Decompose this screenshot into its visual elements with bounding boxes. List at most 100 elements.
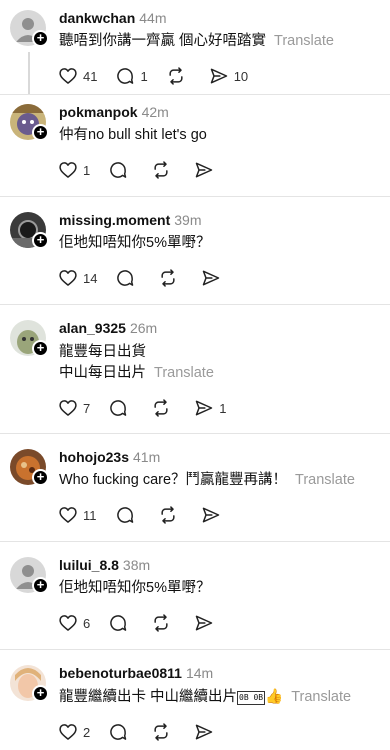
username[interactable]: pokmanpok: [59, 104, 138, 120]
like-button[interactable]: 14: [58, 268, 97, 288]
timestamp: 38m: [122, 557, 151, 573]
username[interactable]: alan_9325: [59, 320, 126, 336]
action-bar: 7 1: [58, 398, 244, 418]
follow-plus-icon[interactable]: +: [32, 469, 49, 486]
follow-plus-icon[interactable]: +: [32, 685, 49, 702]
post-text: Who fucking care？鬥贏龍豐再講！ Translate: [59, 472, 355, 488]
action-bar: 41 1 10: [58, 66, 266, 86]
share-button[interactable]: [201, 268, 226, 288]
reply-count: 1: [140, 68, 148, 84]
username[interactable]: bebenoturbae0811: [59, 665, 182, 681]
follow-plus-icon[interactable]: +: [32, 30, 49, 47]
translate-link[interactable]: Translate: [274, 33, 334, 49]
like-button[interactable]: 6: [58, 613, 90, 633]
translate-link[interactable]: Translate: [154, 365, 214, 381]
thread-line: [28, 52, 30, 94]
share-button[interactable]: [201, 505, 226, 525]
post-text: 佢地知唔知你5%單嘢？: [59, 580, 211, 596]
reply-button[interactable]: [115, 268, 140, 288]
timestamp: 44m: [139, 10, 167, 26]
like-count: 7: [83, 400, 91, 416]
follow-plus-icon[interactable]: +: [32, 232, 49, 249]
send-icon: [203, 270, 220, 286]
post-header: hohojo23s 41m: [59, 449, 160, 465]
comment-icon: [110, 615, 127, 631]
comment-icon: [110, 162, 127, 178]
send-icon: [202, 507, 219, 523]
post-text: 佢地知唔知你5%單嘢？: [59, 235, 211, 251]
divider: [0, 196, 390, 197]
like-button[interactable]: 11: [58, 505, 97, 525]
divider: [0, 94, 390, 95]
post-text-line-1: 龍豐每日出貨: [59, 344, 146, 360]
username[interactable]: hohojo23s: [59, 449, 129, 465]
post-header: pokmanpok 42m: [59, 104, 169, 120]
reply-button[interactable]: 1: [115, 66, 148, 86]
repost-button[interactable]: [158, 505, 183, 525]
heart-icon: [59, 68, 77, 84]
send-icon: [210, 68, 227, 84]
post-text: 龍豐繼續出卡 中山繼續出片 0B 0B 👍 Translate: [59, 689, 352, 705]
repost-button[interactable]: [151, 160, 176, 180]
post-header: bebenoturbae0811 14m: [59, 665, 213, 681]
comment-icon: [110, 400, 127, 416]
translate-link[interactable]: Translate: [295, 472, 355, 488]
like-button[interactable]: 7: [58, 398, 90, 418]
post-text-line-2: 中山每日出片 Translate: [59, 365, 214, 381]
repost-icon: [161, 269, 176, 287]
comment-icon: [117, 270, 134, 286]
username[interactable]: luilui_8.8: [59, 557, 119, 573]
repost-icon: [154, 723, 168, 741]
like-count: 11: [83, 507, 97, 523]
share-button[interactable]: 1: [194, 398, 226, 418]
comment-icon: [116, 507, 133, 523]
send-icon: [195, 724, 213, 740]
repost-button[interactable]: [166, 66, 191, 86]
like-button[interactable]: 41: [58, 66, 97, 86]
post-text: 仲有no bull shit let's go: [59, 127, 207, 143]
timestamp: 39m: [174, 212, 202, 228]
heart-icon: [59, 400, 77, 416]
reply-button[interactable]: [115, 505, 140, 525]
follow-plus-icon[interactable]: +: [32, 577, 49, 594]
like-count: 6: [83, 615, 91, 631]
username[interactable]: dankwchan: [59, 10, 135, 26]
repost-icon: [160, 506, 175, 524]
post-text: 聽唔到你講一齊贏 個心好唔踏實 Translate: [59, 33, 334, 49]
reply-button[interactable]: [108, 160, 133, 180]
translate-link[interactable]: Translate: [291, 689, 351, 705]
share-count: 1: [219, 400, 227, 416]
repost-icon: [154, 399, 168, 417]
repost-icon: [169, 67, 183, 85]
heart-icon: [59, 270, 77, 286]
repost-button[interactable]: [151, 722, 176, 742]
repost-button[interactable]: [151, 398, 176, 418]
post-header: luilui_8.8 38m: [59, 557, 150, 573]
username[interactable]: missing.moment: [59, 212, 170, 228]
like-button[interactable]: 2: [58, 722, 90, 742]
post-header: dankwchan 44m: [59, 10, 166, 26]
action-bar: 11: [58, 505, 244, 525]
action-bar: 14: [58, 268, 244, 288]
thumbs-up-icon: 👍: [265, 689, 284, 705]
follow-plus-icon[interactable]: +: [32, 340, 49, 357]
reply-button[interactable]: [108, 613, 133, 633]
post-header: alan_9325 26m: [59, 320, 157, 336]
repost-button[interactable]: [151, 613, 176, 633]
heart-icon: [59, 615, 77, 631]
like-button[interactable]: 1: [58, 160, 90, 180]
reply-button[interactable]: [108, 722, 133, 742]
share-button[interactable]: [194, 613, 219, 633]
share-button[interactable]: [194, 722, 219, 742]
share-button[interactable]: 10: [209, 66, 248, 86]
repost-button[interactable]: [158, 268, 183, 288]
like-count: 14: [83, 270, 98, 286]
share-button[interactable]: [194, 160, 219, 180]
reply-button[interactable]: [108, 398, 133, 418]
timestamp: 41m: [133, 449, 161, 465]
follow-plus-icon[interactable]: +: [32, 124, 49, 141]
like-count: 41: [83, 68, 98, 84]
send-icon: [195, 615, 213, 631]
action-bar: 1: [58, 160, 237, 180]
divider: [0, 649, 390, 650]
